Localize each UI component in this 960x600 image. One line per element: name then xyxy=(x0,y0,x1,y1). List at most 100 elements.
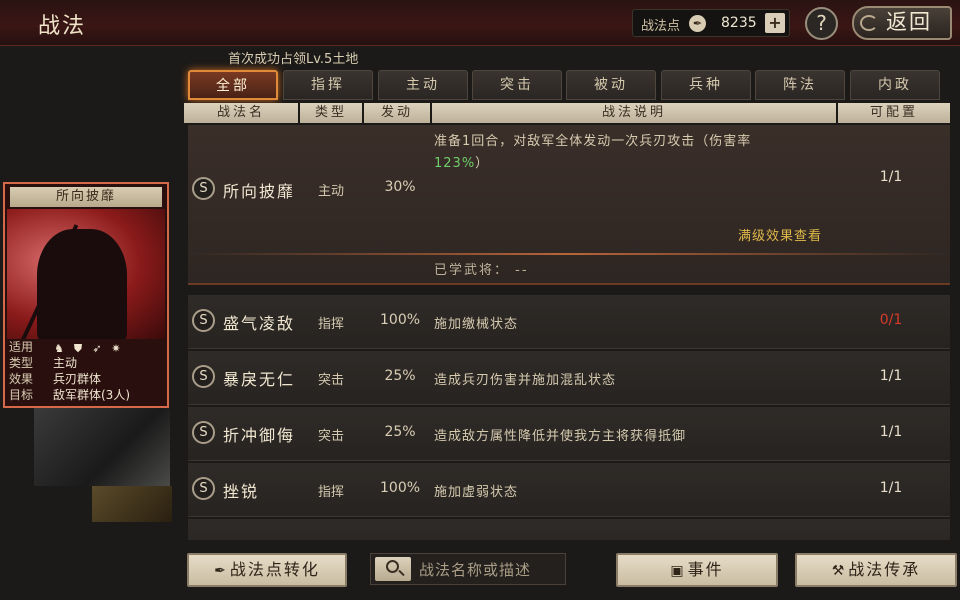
card-title: 所向披靡 xyxy=(10,187,162,207)
selected-skill-card[interactable]: 所向披靡 适用 ♞ ⛊ ➶ ✷ 类型 主动 效果 兵刃群体 目标 敌军群体(3人) xyxy=(3,182,169,408)
skill-rate: 100% xyxy=(380,312,421,328)
row-divider xyxy=(188,253,950,255)
tab-formation[interactable]: 阵法 xyxy=(755,70,845,100)
skill-name: 折冲御侮 xyxy=(223,426,296,445)
search-icon-handle xyxy=(398,569,405,577)
skill-row-partial[interactable] xyxy=(188,519,950,540)
add-points-button[interactable]: + xyxy=(765,13,785,33)
skill-config: 1/1 xyxy=(879,169,903,185)
card-thumbnail[interactable] xyxy=(92,486,172,522)
inherit-button[interactable]: ⚒ 战法传承 xyxy=(795,553,957,587)
damage-rate-highlight: 123% xyxy=(434,156,476,171)
skill-config: 1/1 xyxy=(879,424,903,440)
learned-generals: 已学武将： -- xyxy=(434,263,529,278)
effect-label: 效果 xyxy=(9,372,34,386)
skill-description: 施加缴械状态 xyxy=(434,317,519,332)
back-button[interactable]: 返回 xyxy=(852,6,952,40)
skill-description: 施加虚弱状态 xyxy=(434,485,519,500)
event-icon: ▣ xyxy=(670,563,686,579)
tab-troop[interactable]: 兵种 xyxy=(661,70,751,100)
skill-type: 突击 xyxy=(318,373,345,388)
column-header-config[interactable]: 可配置 xyxy=(838,103,950,123)
skill-row[interactable]: S 盛气凌敌 指挥 100% 施加缴械状态 0/1 xyxy=(188,295,950,349)
apply-label: 适用 xyxy=(9,340,34,354)
skill-type: 指挥 xyxy=(318,485,345,500)
rank-s-badge: S xyxy=(192,365,215,388)
skill-config: 1/1 xyxy=(879,368,903,384)
achievement-subtitle: 首次成功占领Lv.5土地 xyxy=(228,52,359,67)
skill-type: 指挥 xyxy=(318,317,345,332)
page-title: 战法 xyxy=(38,14,87,39)
horse-icon: ♞ xyxy=(54,342,64,355)
tactic-points-value: 8235 xyxy=(721,15,757,31)
tab-all[interactable]: 全部 xyxy=(188,70,278,100)
tab-active[interactable]: 主动 xyxy=(378,70,468,100)
search-icon xyxy=(386,560,399,573)
skill-row[interactable]: S 暴戾无仁 突击 25% 造成兵刃伤害并施加混乱状态 1/1 xyxy=(188,351,950,405)
tab-passive[interactable]: 被动 xyxy=(566,70,656,100)
skill-description: 造成敌方属性降低并使我方主将获得抵御 xyxy=(434,429,687,444)
skill-rate: 25% xyxy=(384,368,416,384)
column-header-name[interactable]: 战法名 xyxy=(184,103,298,123)
full-level-effect-link[interactable]: 满级效果查看 xyxy=(738,225,822,244)
help-button[interactable]: ? xyxy=(805,7,838,40)
events-label: 事件 xyxy=(687,560,724,579)
tactic-points-display: 战法点 ✒ 8235 + xyxy=(632,9,790,37)
skill-type: 突击 xyxy=(318,429,345,444)
skill-row-expanded[interactable]: S 所向披靡 主动 30% 准备1回合，对敌军全体发动一次兵刃攻击（伤害率 12… xyxy=(188,125,950,285)
effect-value: 兵刃群体 xyxy=(53,372,102,386)
target-label: 目标 xyxy=(9,388,34,402)
search-button[interactable] xyxy=(375,557,411,581)
bow-icon: ➶ xyxy=(92,342,102,355)
skill-config: 0/1 xyxy=(879,312,903,328)
top-bar: 战法 战法点 ✒ 8235 + ? 返回 xyxy=(0,0,960,46)
skill-rate: 25% xyxy=(384,424,416,440)
rank-s-badge: S xyxy=(192,477,215,500)
convert-points-label: 战法点转化 xyxy=(229,560,320,579)
tab-command[interactable]: 指挥 xyxy=(283,70,373,100)
skill-row[interactable]: S 挫锐 指挥 100% 施加虚弱状态 1/1 xyxy=(188,463,950,517)
type-value: 主动 xyxy=(53,356,78,370)
events-button[interactable]: ▣ 事件 xyxy=(616,553,778,587)
skill-list: S 所向披靡 主动 30% 准备1回合，对敌军全体发动一次兵刃攻击（伤害率 12… xyxy=(188,125,950,540)
card-artwork xyxy=(7,209,165,339)
target-value: 敌军群体(3人) xyxy=(53,388,130,402)
swirl-icon xyxy=(860,15,878,31)
hammer-icon: ⚒ xyxy=(831,563,847,579)
card-target-row: 目标 敌军群体(3人) xyxy=(9,387,165,403)
apply-icons: ♞ ⛊ ➶ ✷ xyxy=(53,340,129,356)
skill-description-text: 准备1回合，对敌军全体发动一次兵刃攻击（伤害率 xyxy=(434,134,752,149)
rank-s-badge: S xyxy=(192,309,215,332)
tab-assault[interactable]: 突击 xyxy=(472,70,562,100)
tactic-point-icon: ✒ xyxy=(214,563,228,579)
shield-icon: ⛊ xyxy=(73,342,83,355)
card-thumbnail[interactable] xyxy=(34,408,170,486)
search-box xyxy=(370,553,566,585)
back-button-label: 返回 xyxy=(886,10,932,34)
convert-points-button[interactable]: ✒ 战法点转化 xyxy=(187,553,347,587)
tactic-points-icon: ✒ xyxy=(689,15,706,32)
category-tabs: 全部 指挥 主动 突击 被动 兵种 阵法 内政 xyxy=(188,70,950,100)
column-header-rate[interactable]: 发动 xyxy=(364,103,430,123)
search-input[interactable] xyxy=(419,558,563,582)
skill-config: 1/1 xyxy=(879,480,903,496)
card-info: 适用 ♞ ⛊ ➶ ✷ 类型 主动 效果 兵刃群体 目标 敌军群体(3人) xyxy=(9,339,165,403)
tactic-points-label: 战法点 xyxy=(641,19,681,34)
card-effect-row: 效果 兵刃群体 xyxy=(9,371,165,387)
column-header-type[interactable]: 类型 xyxy=(300,103,362,123)
skill-type: 主动 xyxy=(318,184,345,199)
tab-internal[interactable]: 内政 xyxy=(850,70,940,100)
skill-description: 准备1回合，对敌军全体发动一次兵刃攻击（伤害率 123%） xyxy=(434,131,814,175)
skill-rate: 100% xyxy=(380,480,421,496)
inherit-label: 战法传承 xyxy=(848,560,921,579)
skill-description-end: ） xyxy=(475,156,490,171)
skill-name: 所向披靡 xyxy=(223,182,296,201)
wheel-icon: ✷ xyxy=(111,342,121,355)
skill-name: 暴戾无仁 xyxy=(223,370,296,389)
rank-s-badge: S xyxy=(192,177,215,200)
skill-rate: 30% xyxy=(384,179,416,195)
column-header-description: 战法说明 xyxy=(432,103,836,123)
skill-row[interactable]: S 折冲御侮 突击 25% 造成敌方属性降低并使我方主将获得抵御 1/1 xyxy=(188,407,950,461)
rank-s-badge: S xyxy=(192,421,215,444)
card-type-row: 类型 主动 xyxy=(9,355,165,371)
